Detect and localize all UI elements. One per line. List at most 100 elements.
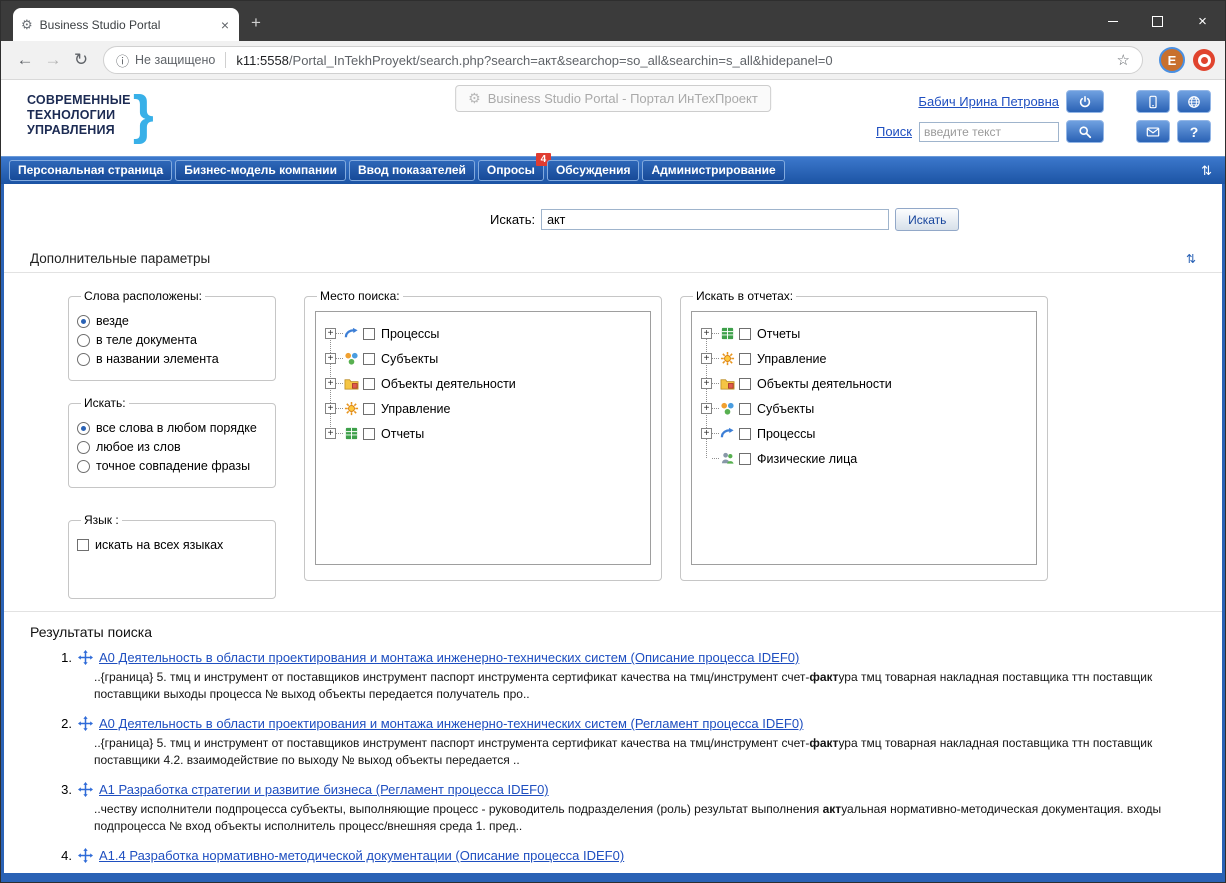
- tree-connector: [712, 408, 719, 409]
- expand-icon[interactable]: +: [325, 378, 336, 389]
- main-search-button[interactable]: Искать: [895, 208, 959, 231]
- reload-button[interactable]: ↻: [67, 46, 95, 74]
- mobile-version-button[interactable]: [1136, 90, 1170, 113]
- radio-in-document-body[interactable]: [77, 334, 90, 347]
- window-minimize-button[interactable]: [1090, 1, 1135, 41]
- header-search-button[interactable]: [1066, 120, 1104, 143]
- user-profile-link[interactable]: Бабич Ирина Петровна: [918, 94, 1059, 109]
- collapse-params-icon[interactable]: ⇅: [1186, 252, 1196, 266]
- management-icon: [719, 351, 735, 367]
- forward-button[interactable]: →: [39, 46, 67, 74]
- result-number: 4.: [56, 848, 72, 863]
- logout-button[interactable]: [1066, 90, 1104, 113]
- result-link[interactable]: A0 Деятельность в области проектирования…: [99, 650, 799, 665]
- expand-icon[interactable]: +: [701, 328, 712, 339]
- reports-icon: [343, 426, 359, 442]
- snippet-highlight: факт: [809, 670, 838, 684]
- match-mode-group: Искать: все слова в любом порядке любое …: [68, 396, 276, 488]
- radio-label: все слова в любом порядке: [96, 421, 257, 435]
- browser-tab[interactable]: ⚙ Business Studio Portal ×: [13, 8, 239, 41]
- profile-avatar[interactable]: E: [1159, 47, 1185, 73]
- tree-connector: [712, 358, 719, 359]
- tree-item: + Субъекты: [322, 346, 644, 371]
- main-search-input[interactable]: [541, 209, 889, 230]
- menu-item-personal-page[interactable]: Персональная страница: [9, 160, 172, 181]
- tree-checkbox[interactable]: [739, 403, 751, 415]
- header-search-input[interactable]: [919, 122, 1059, 142]
- tree-checkbox[interactable]: [363, 403, 375, 415]
- tree-item-label: Отчеты: [381, 427, 424, 441]
- tree-item-label: Объекты деятельности: [381, 377, 516, 391]
- expand-icon[interactable]: +: [701, 428, 712, 439]
- tree-checkbox[interactable]: [739, 453, 751, 465]
- menu-item-discussions[interactable]: Обсуждения: [547, 160, 640, 181]
- page-info-icon[interactable]: ⓘ: [116, 51, 129, 70]
- objects-icon: [719, 376, 735, 392]
- tree-checkbox[interactable]: [739, 428, 751, 440]
- additional-params-body: Слова расположены: везде в теле документ…: [4, 273, 1222, 607]
- snippet-text: ..{граница} 5. тмц и инструмент от поста…: [94, 736, 809, 750]
- expand-icon[interactable]: +: [701, 378, 712, 389]
- expand-icon[interactable]: +: [701, 353, 712, 364]
- close-icon: ×: [1198, 14, 1207, 29]
- menu-item-administration[interactable]: Администрирование: [642, 160, 784, 181]
- tab-close-icon[interactable]: ×: [219, 17, 231, 33]
- processes-icon: [719, 426, 735, 442]
- header-search-link[interactable]: Поиск: [876, 124, 912, 139]
- snippet-highlight: акт: [823, 802, 842, 816]
- options-column: Слова расположены: везде в теле документ…: [68, 289, 276, 599]
- expand-icon[interactable]: +: [325, 353, 336, 364]
- result-link[interactable]: A1 Разработка стратегии и развитие бизне…: [99, 782, 549, 797]
- menu-item-surveys[interactable]: Опросы4: [478, 160, 544, 181]
- radio-exact-phrase[interactable]: [77, 460, 90, 473]
- back-button[interactable]: ←: [11, 46, 39, 74]
- tree-connector: [336, 333, 343, 334]
- window-close-button[interactable]: ×: [1180, 1, 1225, 41]
- results-title: Результаты поиска: [30, 624, 1222, 640]
- tree-item: + Субъекты: [698, 396, 1030, 421]
- result-snippet: ..{граница} 5. тмц и инструмент от поста…: [94, 669, 1180, 702]
- hide-panel-icon[interactable]: ⇅: [1196, 163, 1217, 179]
- tree-checkbox[interactable]: [363, 378, 375, 390]
- tree-checkbox[interactable]: [363, 353, 375, 365]
- menu-item-indicators[interactable]: Ввод показателей: [349, 160, 475, 181]
- radio-in-element-name[interactable]: [77, 353, 90, 366]
- new-tab-button[interactable]: +: [251, 13, 261, 33]
- tree-item: + Процессы: [698, 421, 1030, 446]
- language-button[interactable]: [1177, 90, 1211, 113]
- browser-alert-icon[interactable]: [1193, 49, 1215, 71]
- result-link[interactable]: A0 Деятельность в области проектирования…: [99, 716, 803, 731]
- expand-icon[interactable]: +: [325, 403, 336, 414]
- power-icon: [1078, 95, 1092, 109]
- browser-toolbar: ← → ↻ ⓘ Не защищено k11:5558/Portal_InTe…: [1, 41, 1225, 80]
- logo-line: СОВРЕМЕННЫЕ: [27, 93, 131, 108]
- help-button[interactable]: ?: [1177, 120, 1211, 143]
- radio-all-words[interactable]: [77, 422, 90, 435]
- expand-icon[interactable]: +: [701, 403, 712, 414]
- report-scope-group: Искать в отчетах: + Отчеты + Упр: [680, 289, 1048, 581]
- search-result: 2. A0 Деятельность в области проектирова…: [4, 716, 1222, 768]
- tree-item: + Отчеты: [698, 321, 1030, 346]
- all-languages-checkbox[interactable]: [77, 539, 89, 551]
- mail-button[interactable]: [1136, 120, 1170, 143]
- processes-icon: [343, 326, 359, 342]
- tree-checkbox[interactable]: [363, 428, 375, 440]
- company-logo[interactable]: СОВРЕМЕННЫЕ ТЕХНОЛОГИИ УПРАВЛЕНИЯ }: [27, 92, 154, 138]
- menu-item-business-model[interactable]: Бизнес-модель компании: [175, 160, 346, 181]
- maximize-icon: [1152, 16, 1163, 27]
- expand-icon[interactable]: +: [325, 428, 336, 439]
- tree-checkbox[interactable]: [739, 328, 751, 340]
- bookmark-star-icon[interactable]: ☆: [1117, 51, 1130, 69]
- radio-any-word[interactable]: [77, 441, 90, 454]
- search-scope-legend: Место поиска:: [317, 289, 403, 303]
- radio-everywhere[interactable]: [77, 315, 90, 328]
- tree-item-label: Процессы: [757, 427, 815, 441]
- result-link[interactable]: A1.4 Разработка нормативно-методической …: [99, 848, 624, 863]
- tree-checkbox[interactable]: [739, 353, 751, 365]
- tree-checkbox[interactable]: [363, 328, 375, 340]
- address-bar[interactable]: ⓘ Не защищено k11:5558/Portal_InTekhProy…: [103, 46, 1143, 74]
- window-maximize-button[interactable]: [1135, 1, 1180, 41]
- expand-icon[interactable]: +: [325, 328, 336, 339]
- tree-checkbox[interactable]: [739, 378, 751, 390]
- radio-row: в теле документа: [77, 333, 267, 347]
